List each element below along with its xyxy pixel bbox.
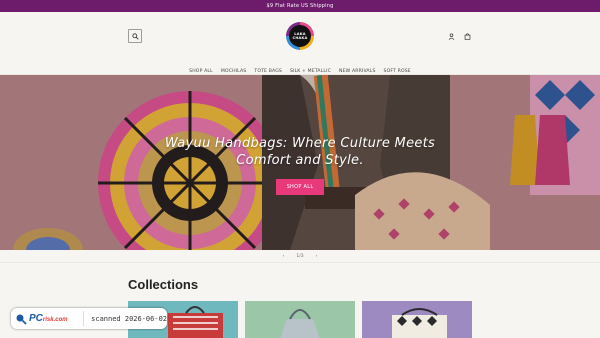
slide-counter: 1/3 bbox=[296, 253, 304, 259]
announcement-bar: $9 Flat Rate US Shipping bbox=[0, 0, 600, 12]
nav-silk-metallic[interactable]: SILK + METALLIC bbox=[290, 69, 331, 74]
pcrisk-brand-main: PC bbox=[29, 313, 43, 324]
slide-prev-button[interactable]: ‹ bbox=[283, 254, 285, 259]
account-button[interactable] bbox=[446, 31, 456, 41]
hero-banner: Wayuu Handbags: Where Culture Meets Comf… bbox=[0, 75, 600, 250]
pcrisk-watermark: PCrisk.com scanned 2026-06-02 bbox=[11, 308, 167, 329]
scan-date-text: scanned 2026-06-02 bbox=[91, 314, 167, 323]
site-logo[interactable]: LAKA CHAKA bbox=[286, 22, 314, 50]
nav-tote-bags[interactable]: TOTE BAGS bbox=[254, 69, 282, 74]
logo-line-2: CHAKA bbox=[292, 36, 308, 40]
collection-card[interactable] bbox=[245, 301, 355, 338]
hero-heading-line-1: Wayuu Handbags: Where Culture Meets bbox=[164, 136, 436, 151]
hero-shop-all-button[interactable]: SHOP ALL bbox=[275, 179, 325, 195]
site-header: LAKA CHAKA SHOP ALL MOCHILAS TOTE BAGS S… bbox=[0, 12, 600, 75]
announcement-text: $9 Flat Rate US Shipping bbox=[266, 3, 334, 9]
collections-heading: Collections bbox=[128, 277, 199, 292]
cart-button[interactable] bbox=[462, 31, 472, 41]
header-actions bbox=[446, 31, 472, 41]
collection-image bbox=[362, 301, 472, 338]
pcrisk-brand-suffix: risk.com bbox=[42, 317, 68, 323]
logo-wordmark: LAKA CHAKA bbox=[289, 25, 311, 47]
hero-content: Wayuu Handbags: Where Culture Meets Comf… bbox=[0, 135, 600, 195]
pcrisk-logo: PCrisk.com bbox=[11, 311, 85, 326]
pcrisk-brand: PCrisk.com bbox=[29, 313, 68, 324]
hero-heading: Wayuu Handbags: Where Culture Meets Comf… bbox=[0, 135, 600, 169]
slideshow-controls: ‹ 1/3 › bbox=[0, 250, 600, 262]
nav-mochilas[interactable]: MOCHILAS bbox=[221, 69, 247, 74]
hero-heading-line-2: Comfort and Style. bbox=[236, 153, 364, 168]
account-icon bbox=[448, 33, 454, 40]
search-icon bbox=[131, 32, 139, 40]
cart-icon bbox=[464, 32, 470, 40]
nav-new-arrivals[interactable]: NEW ARRIVALS bbox=[339, 69, 376, 74]
collection-image bbox=[245, 301, 355, 338]
nav-shop-all[interactable]: SHOP ALL bbox=[189, 69, 213, 74]
slide-next-button[interactable]: › bbox=[316, 254, 318, 259]
main-nav: SHOP ALL MOCHILAS TOTE BAGS SILK + METAL… bbox=[0, 69, 600, 74]
search-button[interactable] bbox=[128, 29, 142, 43]
collection-card[interactable] bbox=[362, 301, 472, 338]
nav-soft-rose[interactable]: SOFT ROSE bbox=[384, 69, 411, 74]
magnifier-icon bbox=[16, 314, 27, 325]
